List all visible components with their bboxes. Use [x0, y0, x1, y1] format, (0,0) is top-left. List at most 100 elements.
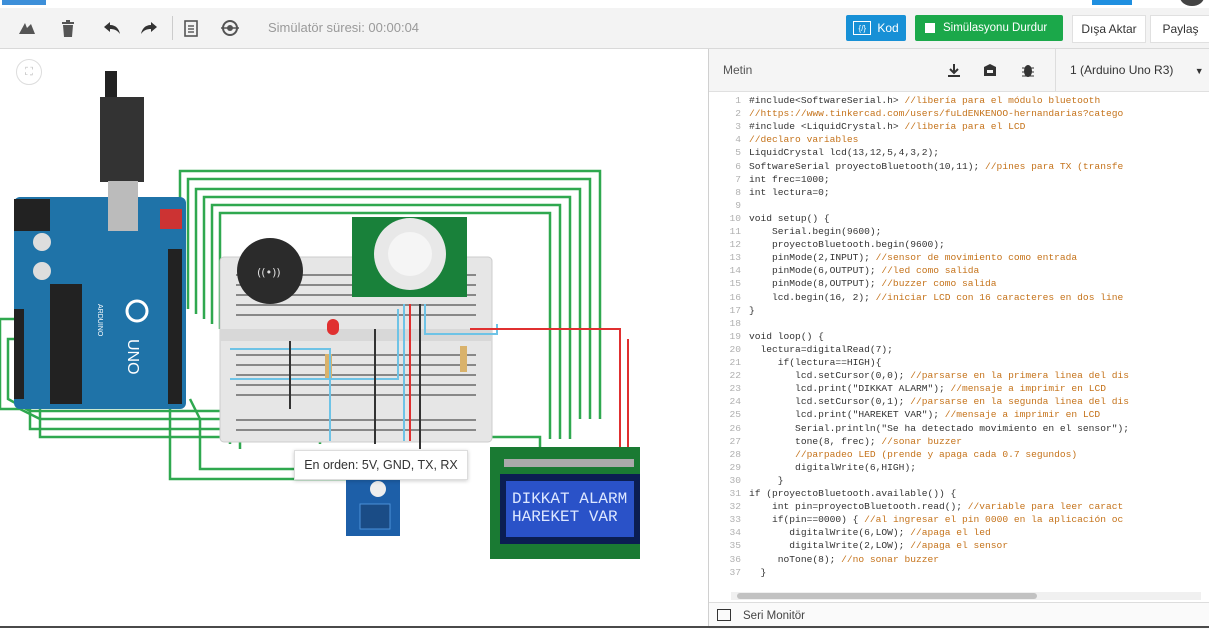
- code-line[interactable]: 18: [709, 317, 749, 330]
- share-button[interactable]: Paylaş: [1150, 15, 1209, 43]
- toolbar: Simülatör süresi: 00:00:04 {/} Kod Simül…: [0, 8, 1209, 49]
- code-line[interactable]: 23 lcd.print("DIKKAT ALARM"); //mensaje …: [709, 383, 1105, 395]
- code-comment: //declaro variables: [749, 134, 859, 146]
- code-text: pinMode(2,INPUT);: [749, 252, 876, 264]
- code-line[interactable]: 3 #include <LiquidCrystal.h> //libería pa…: [709, 121, 1025, 133]
- line-number: 15: [729, 278, 741, 290]
- export-button[interactable]: Dışa Aktar: [1072, 15, 1146, 43]
- code-line[interactable]: 25 lcd.print("HAREKET VAR"); //mensaje a…: [709, 410, 1100, 421]
- chevron-down-icon: ▼: [1194, 66, 1204, 76]
- line-number: 6: [735, 160, 741, 172]
- debug-icon[interactable]: [1019, 61, 1037, 79]
- line-number: 8: [735, 186, 741, 198]
- code-line[interactable]: 22 lcd.setCursor(0,0); //parsarse en la …: [709, 370, 1129, 382]
- code-line[interactable]: 32 int pin=proyectoBluetooth.read(); //v…: [709, 501, 1124, 513]
- code-line[interactable]: 28 //parpadeo LED (prende y apaga cada 0…: [709, 448, 1077, 461]
- code-line[interactable]: 21 if(lectura==HIGH){: [709, 357, 882, 369]
- code-panel: Metin 1 (Arduino Uno R3) ▼ 1 #include<Sof…: [708, 49, 1209, 629]
- code-line[interactable]: 13 pinMode(2,INPUT); //sensor de movimie…: [709, 252, 1077, 264]
- code-line[interactable]: 37 }: [709, 567, 766, 579]
- code-line[interactable]: 33 if(pin==0000) { //al ingresar el pin …: [709, 514, 1124, 526]
- line-number: 10: [729, 212, 741, 224]
- resistor: [460, 346, 467, 372]
- code-comment: //apaga el led: [910, 527, 991, 539]
- code-button-label: Kod: [877, 21, 899, 35]
- line-number: 28: [729, 448, 741, 460]
- header-divider: [1055, 49, 1056, 91]
- code-line[interactable]: 36 noTone(8); //no sonar buzzer: [709, 554, 939, 566]
- code-comment: //parsarse en la primera linea del dis: [910, 370, 1129, 382]
- download-icon[interactable]: [945, 61, 963, 79]
- code-line[interactable]: 6 SoftwareSerial proyectoBluetooth(10,11)…: [709, 160, 1124, 173]
- code-text: if (proyectoBluetooth.available()) {: [749, 488, 957, 499]
- code-text: int frec=1000;: [749, 173, 830, 185]
- code-line[interactable]: 15 pinMode(8,OUTPUT); //buzzer como sali…: [709, 278, 996, 290]
- code-line[interactable]: 26 Serial.println("Se ha detectado movim…: [709, 423, 1129, 435]
- code-text: lcd.print("HAREKET VAR");: [749, 409, 945, 421]
- stop-simulation-button[interactable]: Simülasyonu Durdur: [915, 15, 1063, 41]
- toolbar-divider: [172, 16, 173, 40]
- horizontal-scrollbar[interactable]: [731, 592, 1201, 600]
- line-number: 32: [729, 501, 741, 513]
- code-line[interactable]: 9: [709, 200, 749, 212]
- code-line[interactable]: 30 }: [709, 474, 784, 487]
- line-number: 17: [729, 304, 741, 316]
- code-line[interactable]: 10 void setup() {: [709, 212, 829, 225]
- code-line[interactable]: 29 digitalWrite(6,HIGH);: [709, 462, 915, 474]
- code-text: SoftwareSerial proyectoBluetooth(10,11);: [749, 160, 986, 172]
- code-text: lcd.begin(16, 2);: [749, 291, 876, 303]
- code-comment: //variable para leer caract: [967, 501, 1124, 513]
- code-line[interactable]: 2 //https://www.tinkercad.com/users/fuLdE…: [709, 108, 1123, 120]
- code-line[interactable]: 14 pinMode(6,OUTPUT); //led como salida: [709, 266, 979, 277]
- code-button[interactable]: {/} Kod: [846, 15, 906, 41]
- code-text: digitalWrite(2,LOW);: [749, 540, 911, 552]
- code-line[interactable]: 12 proyectoBluetooth.begin(9600);: [709, 239, 944, 251]
- undo-icon[interactable]: [101, 17, 123, 39]
- serial-monitor-bar[interactable]: Seri Monitör: [709, 602, 1209, 629]
- code-text: pinMode(6,OUTPUT);: [749, 265, 882, 277]
- code-line[interactable]: 7 int frec=1000;: [709, 173, 830, 186]
- code-text: }: [749, 474, 784, 486]
- code-line[interactable]: 34 digitalWrite(6,LOW); //apaga el led: [709, 527, 991, 539]
- code-line[interactable]: 17}: [709, 304, 754, 317]
- app-logo[interactable]: [2, 0, 46, 5]
- arduino-sub-label: ARDUINO: [96, 304, 103, 337]
- code-line[interactable]: 20 lectura=digitalRead(7);: [709, 344, 892, 356]
- rotate-icon[interactable]: [16, 17, 38, 39]
- trash-icon[interactable]: [57, 17, 79, 39]
- code-line[interactable]: 16 lcd.begin(16, 2); //iniciar LCD con 1…: [709, 291, 1123, 304]
- avatar[interactable]: [1180, 0, 1204, 6]
- line-number: 5: [735, 147, 741, 159]
- code-line[interactable]: 8 int lectura=0;: [709, 186, 829, 199]
- code-line[interactable]: 11 Serial.begin(9600);: [709, 226, 881, 238]
- code-comment: //pines para TX (transfe: [985, 160, 1124, 172]
- code-line[interactable]: 1 #include<SoftwareSerial.h> //libería pa…: [709, 95, 1100, 107]
- scrollbar-thumb[interactable]: [737, 593, 1037, 599]
- eye-icon[interactable]: [219, 17, 241, 39]
- line-number: 22: [729, 370, 741, 382]
- top-strip: [0, 0, 1209, 8]
- arduino-brand-label: UNO: [124, 339, 141, 375]
- code-line[interactable]: 35 digitalWrite(2,LOW); //apaga el senso…: [709, 541, 1008, 552]
- code-text: if(lectura==HIGH){: [749, 357, 882, 368]
- code-line[interactable]: 31 if (proyectoBluetooth.available()) {: [709, 488, 957, 500]
- circuit-canvas[interactable]: ⛶ UNO ARDUINO ((•)) DIKKAT ALARM HAREKET…: [0, 49, 708, 628]
- line-number: 12: [729, 239, 741, 251]
- code-icon: {/}: [853, 21, 872, 35]
- notes-icon[interactable]: [180, 17, 202, 39]
- stop-icon: [925, 23, 935, 33]
- redo-icon[interactable]: [138, 17, 160, 39]
- code-line[interactable]: 4 //declaro variables: [709, 135, 858, 146]
- line-number: 25: [729, 409, 741, 421]
- pir-sensor: [352, 217, 467, 297]
- code-line[interactable]: 24 lcd.setCursor(0,1); //parsarse en la …: [709, 397, 1129, 408]
- code-line[interactable]: 5 LiquidCrystal lcd(13,12,5,4,3,2);: [709, 148, 939, 159]
- code-comment: //al ingresar el pin 0000 en la aplicaci…: [864, 514, 1124, 526]
- code-line[interactable]: 19 void loop() {: [709, 331, 823, 343]
- board-select[interactable]: 1 (Arduino Uno R3) ▼: [1070, 63, 1204, 77]
- code-editor[interactable]: 1 #include<SoftwareSerial.h> //libería pa…: [709, 92, 1209, 590]
- serial-monitor-icon: [717, 609, 731, 621]
- library-icon[interactable]: [981, 61, 999, 79]
- code-line[interactable]: 27 tone(8, frec); //sonar buzzer: [709, 436, 962, 448]
- line-number: 18: [729, 317, 741, 329]
